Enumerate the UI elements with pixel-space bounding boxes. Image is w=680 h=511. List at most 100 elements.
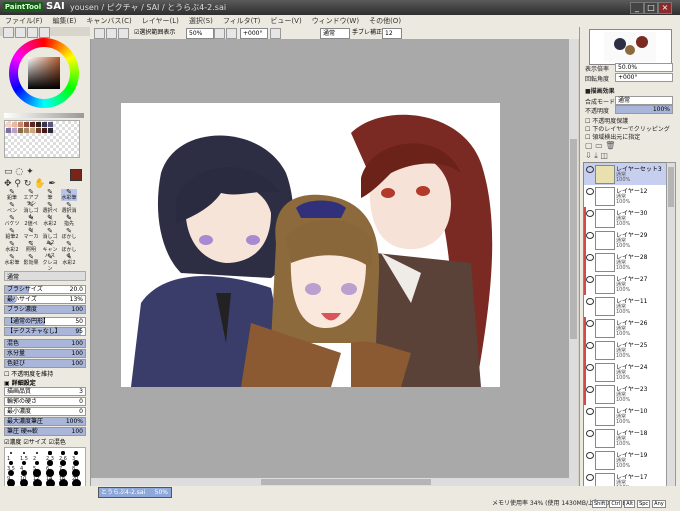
quality-select[interactable]: 描画品質 3 [4, 387, 86, 396]
selection-visible-checkbox[interactable]: ☑選択範囲表示 [134, 28, 175, 37]
eye-icon[interactable] [586, 298, 594, 305]
brush-size-preset-dot[interactable] [34, 460, 40, 466]
swatch-color[interactable] [12, 128, 17, 133]
eye-icon[interactable] [586, 364, 594, 371]
menu-window[interactable]: ウィンドウ(W) [307, 15, 364, 27]
edge-hardness-slider[interactable]: 輪郭の硬さ 0 [4, 397, 86, 406]
swatch-color[interactable] [48, 128, 53, 133]
eye-icon[interactable] [586, 254, 594, 261]
blend-mode-select[interactable]: 通常 [320, 28, 350, 39]
water-slider[interactable]: 水分量 100 [4, 349, 86, 358]
swatch-color[interactable] [42, 122, 47, 127]
layer-row[interactable]: レイヤー28 通常 100% [584, 251, 667, 274]
color-wheel-tab-icon[interactable] [3, 27, 14, 38]
blend-slider[interactable]: 混色 100 [4, 339, 86, 348]
menu-filter[interactable]: フィルタ(T) [218, 15, 266, 27]
magic-wand-icon[interactable]: ✦ [26, 167, 34, 177]
menu-file[interactable]: ファイル(F) [0, 15, 48, 27]
flip-horizontal-icon[interactable] [270, 28, 281, 39]
nav-angle-field[interactable]: +000° [615, 73, 673, 82]
close-button[interactable]: × [658, 2, 672, 14]
swatch-color[interactable] [24, 122, 29, 127]
brush-mode-select[interactable]: 通常 [4, 271, 86, 281]
eye-icon[interactable] [586, 232, 594, 239]
vertical-scroll-thumb[interactable] [570, 139, 577, 339]
swatch-color[interactable] [48, 122, 53, 127]
layer-row[interactable]: レイヤー10 通常 100% [584, 405, 667, 428]
brush-tool-slot[interactable]: ✎ 2値ペン [23, 215, 39, 234]
brush-tool-slot[interactable]: ✎ 選択消し [61, 202, 77, 221]
layer-row[interactable]: レイヤー25 通常 100% [584, 339, 667, 362]
menu-canvas[interactable]: キャンバス(C) [81, 15, 136, 27]
document-tab[interactable]: とうらぶ4-2.sai 50% [98, 487, 172, 498]
navigator-preview[interactable] [589, 29, 672, 65]
swatch-color[interactable] [18, 128, 23, 133]
min-size-slider[interactable]: 最小サイズ 13% [4, 295, 86, 304]
brush-tool-slot[interactable]: ✎ キャンバス [42, 241, 58, 260]
layer-blend-select[interactable]: 通常 [615, 96, 673, 105]
color-wheel[interactable] [9, 38, 79, 108]
pressure-blend-checkbox[interactable]: ☑混色 [48, 439, 65, 446]
brush-size-preset-dot[interactable] [10, 452, 12, 454]
brush-size-preset-dot[interactable] [48, 451, 52, 455]
eye-icon[interactable] [586, 408, 594, 415]
maximize-button[interactable]: □ [644, 2, 658, 14]
brush-tool-slot[interactable]: ✎ 水彩筆 [4, 254, 20, 267]
hand-icon[interactable]: ✋ [34, 179, 45, 189]
rotate-left-icon[interactable] [214, 28, 225, 39]
brush-size-slider[interactable]: ブラシサイズ 20.0 [4, 285, 86, 294]
layer-row[interactable]: レイヤー30 通常 100% [584, 207, 667, 230]
stabilizer-select[interactable]: 12 [382, 28, 402, 39]
menu-view[interactable]: ビュー(V) [265, 15, 306, 27]
nav-zoom-field[interactable]: 50.0% [615, 63, 673, 72]
brush-size-preset-dot[interactable] [60, 460, 66, 466]
brush-tool-slot[interactable]: ✎ ぼかし2 [61, 241, 77, 260]
brush-size-preset-dot[interactable] [22, 451, 26, 455]
color-history-strip[interactable] [4, 113, 84, 118]
brush-tool-slot[interactable]: ✎ ぼかし [61, 228, 77, 241]
swatch-color[interactable] [6, 128, 11, 133]
new-folder-icon[interactable]: ▭ [595, 141, 603, 150]
merge-down-icon[interactable]: ⤓ [594, 151, 598, 160]
detect-source-checkbox[interactable]: ☐ 領域検出元に指定 [585, 132, 640, 141]
brush-size-preset-dot[interactable] [8, 460, 14, 466]
rotation-field[interactable]: +000° [240, 28, 268, 39]
zoom-field[interactable]: 50% [186, 28, 214, 39]
brush-size-preset-dot[interactable] [21, 460, 27, 466]
brush-tool-slot[interactable]: ✎ 水彩筆 [61, 189, 77, 201]
transfer-down-icon[interactable]: ⇩ [585, 151, 592, 160]
swatch-color[interactable] [24, 128, 29, 133]
keep-opacity-checkbox[interactable]: ☐ 不透明度を維持 [4, 369, 53, 378]
persistence-slider[interactable]: 色延び 100 [4, 359, 86, 368]
min-density-slider[interactable]: 最小濃度 0 [4, 407, 86, 416]
max-density-slider[interactable]: 最大濃度筆圧 100% [4, 417, 86, 426]
brush-size-preset-dot[interactable] [35, 451, 39, 455]
brush-shape-select[interactable]: 【通常の円形】 50 [4, 317, 86, 326]
clear-layer-icon[interactable]: ◫ [600, 151, 608, 160]
brush-tool-slot[interactable]: ✎ 水彩2 [42, 215, 58, 228]
layer-row[interactable]: レイヤー27 通常 100% [584, 273, 667, 296]
menu-edit[interactable]: 編集(E) [48, 15, 82, 27]
menu-other[interactable]: その他(O) [364, 15, 406, 27]
layer-opacity-slider[interactable]: 100% [615, 105, 673, 114]
eye-icon[interactable] [586, 320, 594, 327]
zoom-out-icon[interactable] [94, 28, 105, 39]
rgb-slider-tab-icon[interactable] [15, 27, 26, 38]
swatch-color[interactable] [12, 122, 17, 127]
brush-size-preset-dot[interactable] [61, 451, 65, 455]
new-layer-icon[interactable]: ▢ [585, 141, 593, 150]
rotate-right-icon[interactable] [226, 28, 237, 39]
swatch-color[interactable] [6, 122, 11, 127]
eye-icon[interactable] [586, 342, 594, 349]
brush-tool-slot[interactable]: ✎ ペン [4, 202, 20, 215]
layer-row[interactable]: レイヤー19 通常 100% [584, 449, 667, 472]
artwork-canvas[interactable] [121, 103, 500, 387]
layer-row[interactable]: レイヤー29 通常 100% [584, 229, 667, 252]
brush-tool-slot[interactable]: ✎ 照明 [23, 241, 39, 254]
eye-icon[interactable] [586, 166, 594, 173]
canvas-vertical-scrollbar[interactable] [569, 39, 578, 486]
layer-scroll-thumb[interactable] [668, 167, 674, 207]
eye-icon[interactable] [586, 210, 594, 217]
brush-tool-slot[interactable]: ✎ マーカー [23, 228, 39, 247]
layer-row[interactable]: レイヤー11 通常 100% [584, 295, 667, 318]
